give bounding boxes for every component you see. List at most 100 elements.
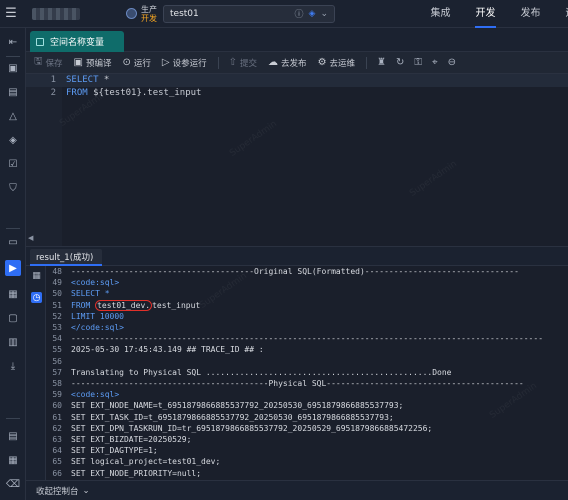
chevron-down-icon[interactable]: ⌄ <box>320 9 328 19</box>
table-icon[interactable]: ▥ <box>5 334 21 350</box>
play-icon: ⊙ <box>122 57 131 68</box>
log-line: 60 SET EXT_NODE_NAME=t_695187986688553779… <box>52 401 404 411</box>
chevron-down-icon[interactable]: ⌄ <box>83 486 90 496</box>
cloud-icon: ☁ <box>268 57 279 68</box>
log-line: 64 SET EXT_DAGTYPE=1; <box>52 446 158 456</box>
nav-develop[interactable]: 开发 <box>463 0 508 28</box>
log-line: 65 SET logical_project=test01_dev; <box>52 457 221 467</box>
note-icon[interactable]: ▤ <box>5 428 21 444</box>
grid-icon[interactable]: ▦ <box>5 286 21 302</box>
editor-tab[interactable]: 空间名称变量 <box>30 31 124 52</box>
env-primary-label: 生产 <box>141 4 157 14</box>
layers-icon[interactable]: ◈ <box>5 132 21 148</box>
line-number: 2 <box>50 88 56 98</box>
log-line: 59 <code:sql> <box>52 390 120 400</box>
environment-icon <box>126 8 137 19</box>
log-line: 62 SET EXT_DPN_TASKRUN_ID=tr_695187986688… <box>52 423 433 433</box>
editor-toolbar: 🖫 保存 ▣ 预编译 ⊙ 运行 ▷ 设参运行 ⇧ 提交 ☁ 去发布 ⚙ 去运维 ♜ ↻ ⚿ ⌖… <box>26 52 568 74</box>
code-editor[interactable]: 1 SELECT * 2 FROM ${test01}.test_input S… <box>26 74 568 246</box>
info-icon[interactable]: ⓘ <box>295 7 304 20</box>
nav-integration[interactable]: 集成 <box>418 0 463 28</box>
log-line: 48 --------------------------------------… <box>52 267 519 276</box>
highlighted-project: test01_dev. <box>95 299 153 311</box>
submit-button[interactable]: ⇧ 提交 <box>229 57 257 69</box>
sql-keyword: SELECT <box>66 75 99 85</box>
trash-icon[interactable]: ⌫ <box>5 476 21 492</box>
calendar-icon[interactable]: ▦ <box>5 452 21 468</box>
divider <box>217 56 219 69</box>
shield-icon[interactable]: ⛉ <box>5 180 21 196</box>
ops-icon: ⚙ <box>317 57 327 68</box>
log-line: 66 SET EXT_NODE_PRIORITY=null; <box>52 468 202 478</box>
ops-button[interactable]: ⚙ 去运维 <box>318 57 355 69</box>
top-nav: 集成 开发 发布 运维 <box>418 0 568 28</box>
robot-icon[interactable]: ♜ <box>377 57 386 68</box>
log-view-icon[interactable]: ◷ <box>31 292 42 303</box>
top-bar: ☰ 生产 开发 test01 ⓘ ◈ ⌄ 集成 开发 发布 运维 <box>0 0 568 28</box>
file-icon[interactable]: ▭ <box>5 234 21 250</box>
result-tab-label: result_1(成功) <box>36 252 94 263</box>
publish-button[interactable]: ☁ 去发布 <box>268 57 307 69</box>
console-bottom-bar: 收起控制台 ⌄ <box>26 480 568 500</box>
result-tab[interactable]: result_1(成功) <box>30 249 102 266</box>
save-button[interactable]: 🖫 保存 <box>34 54 63 71</box>
minus-circle-icon[interactable]: ⊖ <box>448 57 456 68</box>
watermark: SuperAdmin <box>408 159 459 199</box>
log-line: 51 FROM test01_dev. test_input <box>52 299 201 311</box>
run-params-icon: ▷ <box>161 57 170 68</box>
log-line: 49 <code:sql> <box>52 278 120 288</box>
menu-icon[interactable]: ☰ <box>0 0 22 28</box>
log-line: 50 SELECT * <box>52 289 110 299</box>
environment-switcher[interactable]: 生产 开发 <box>126 5 157 23</box>
lock-icon[interactable]: ⚿ <box>414 57 422 68</box>
sql-text: ${test01}.test_input <box>87 88 202 98</box>
nav-operations[interactable]: 运维 <box>553 0 568 28</box>
left-rail: ⇤ ▣ ▤ △ ◈ ☑ ⛉ ▭ ▶ ▦ ▢ ▥ ⤓ ▤ ▦ ⌫ <box>0 28 26 500</box>
logo <box>32 7 80 20</box>
watermark: SuperAdmin <box>228 119 279 159</box>
project-name: test01 <box>170 8 199 19</box>
log-line: 52 LIMIT 10000 <box>52 311 124 321</box>
inbox-icon[interactable]: ▢ <box>5 310 21 326</box>
sql-text: * <box>98 75 110 85</box>
project-select[interactable]: test01 ⓘ ◈ ⌄ <box>163 4 335 23</box>
precompile-icon: ▣ <box>73 57 83 68</box>
log-line: 56 <box>52 356 62 366</box>
results-side-toolbar: ▦ ◷ <box>26 266 46 480</box>
precompile-button[interactable]: ▣ 预编译 <box>74 57 112 69</box>
divider <box>6 418 20 419</box>
sql-file-icon <box>36 37 44 46</box>
run-with-params-button[interactable]: ▷ 设参运行 <box>162 57 207 69</box>
nav-publish[interactable]: 发布 <box>508 0 553 28</box>
download-icon[interactable]: ⤓ <box>5 358 21 374</box>
divider <box>6 56 20 57</box>
line-number: 1 <box>50 75 56 85</box>
refresh-icon[interactable]: ↻ <box>396 57 404 68</box>
project-type-icon: ◈ <box>308 8 316 19</box>
log-line: 54 --------------------------------------… <box>52 334 544 344</box>
document-icon[interactable]: ▤ <box>5 84 21 100</box>
divider <box>366 56 368 69</box>
collapse-console-button[interactable]: 收起控制台 <box>36 485 79 497</box>
log-line: 57 Translating to Physical SQL ..........… <box>52 367 452 377</box>
log-line: 53 </code:sql> <box>52 323 124 332</box>
save-icon: 🖫 <box>34 56 43 67</box>
data-icon[interactable]: ▣ <box>5 60 21 76</box>
editor-line[interactable]: 2 FROM ${test01}.test_input <box>26 87 568 100</box>
terminal-icon[interactable]: ▶ <box>5 260 21 276</box>
collapse-arrow-icon[interactable]: ◀ <box>28 234 34 242</box>
sql-keyword: FROM <box>66 88 88 98</box>
log-line: 55 2025-05-30 17:45:43.149 ## TRACE_ID ##… <box>52 345 264 355</box>
collapse-icon[interactable]: ⇤ <box>5 34 21 50</box>
editor-tab-bar: 空间名称变量 <box>26 28 568 52</box>
divider <box>6 228 20 229</box>
console-log[interactable]: 48 --------------------------------------… <box>46 266 568 480</box>
location-icon[interactable]: ⌖ <box>432 57 438 68</box>
run-button[interactable]: ⊙ 运行 <box>123 57 151 69</box>
editor-line[interactable]: 1 SELECT * <box>26 74 568 87</box>
warning-icon[interactable]: △ <box>5 108 21 124</box>
checklist-icon[interactable]: ☑ <box>5 156 21 172</box>
table-view-icon[interactable]: ▦ <box>31 270 42 281</box>
log-line: 61 SET EXT_TASK_ID=t_6951879866885537792_… <box>52 412 394 422</box>
upload-icon: ⇧ <box>228 57 238 68</box>
